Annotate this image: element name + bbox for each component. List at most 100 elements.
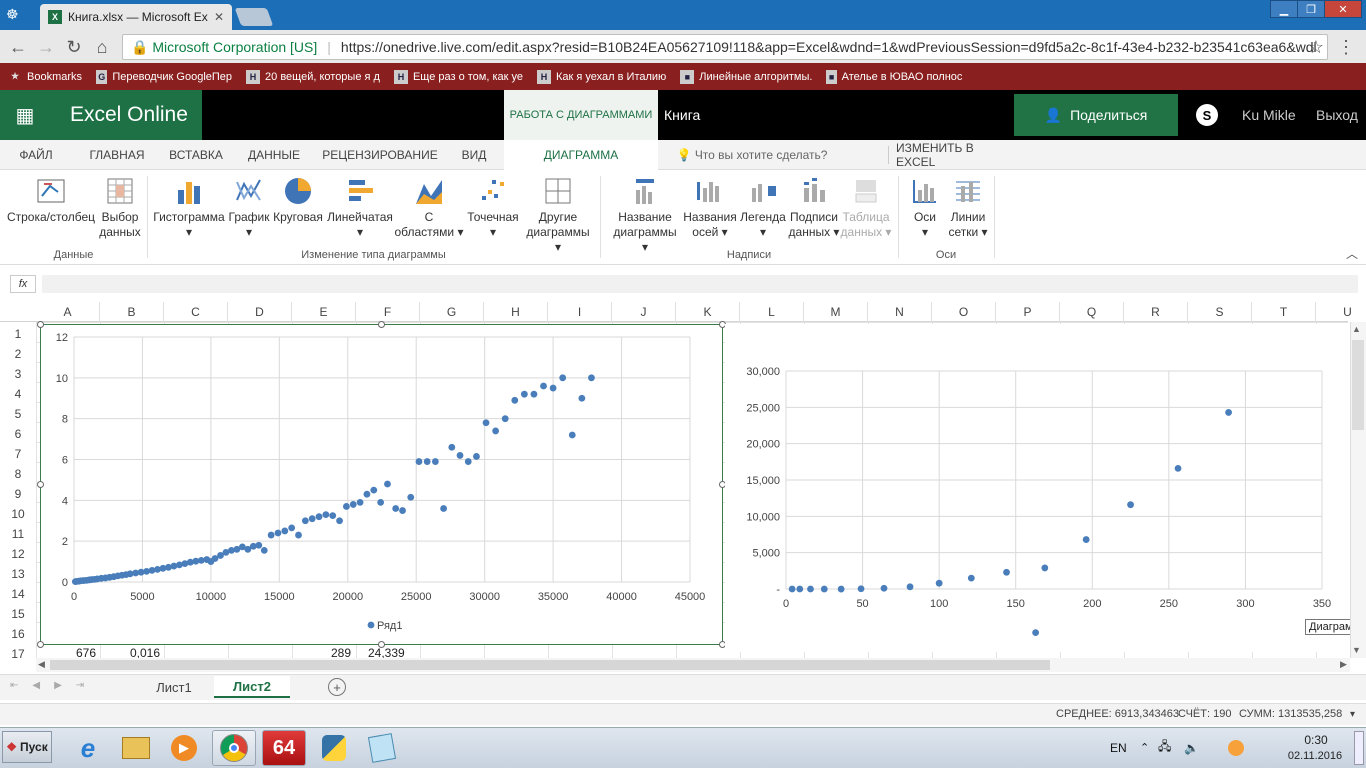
row-header-15[interactable]: 15 [0, 604, 36, 624]
close-window-button[interactable]: ✕ [1324, 0, 1362, 18]
collapse-ribbon-icon[interactable]: ︿ [1346, 245, 1358, 262]
row-header-2[interactable]: 2 [0, 344, 36, 364]
pie-chart-button[interactable]: Круговая [272, 176, 324, 225]
column-header-F[interactable]: F [356, 302, 420, 322]
chart-2[interactable]: 0 50 100 150 200 250 300 350 - 5,000 10,000 15,000 2… [725, 324, 1348, 652]
gridlines-button[interactable]: Линии сетки ▾ [946, 176, 990, 240]
tab-insert[interactable]: ВСТАВКА [160, 140, 232, 170]
address-bar[interactable]: 🔒 Microsoft Corporation [US] | https://o… [122, 34, 1328, 60]
column-header-R[interactable]: R [1124, 302, 1188, 322]
sheet-tab-1[interactable]: Лист1 [136, 676, 212, 698]
ie-taskbar-icon[interactable]: e [66, 730, 110, 766]
column-header-E[interactable]: E [292, 302, 356, 322]
column-header-U[interactable]: U [1316, 302, 1366, 322]
select-data-button[interactable]: Выбор данных [96, 176, 144, 240]
bookmark-item[interactable]: H 20 вещей, которые я д [246, 69, 380, 84]
row-header-1[interactable]: 1 [0, 324, 36, 344]
fx-icon[interactable]: fx [10, 275, 36, 293]
tell-me-search[interactable]: 💡 Что вы хотите сделать? [672, 140, 832, 170]
column-header-T[interactable]: T [1252, 302, 1316, 322]
chart-title-button[interactable]: Название диаграммы ▾ [610, 176, 680, 255]
tab-review[interactable]: РЕЦЕНЗИРОВАНИЕ [316, 140, 444, 170]
notepad-taskbar-icon[interactable] [360, 730, 404, 766]
book-name[interactable]: Книга [664, 90, 700, 140]
column-header-H[interactable]: H [484, 302, 548, 322]
column-header-L[interactable]: L [740, 302, 804, 322]
volume-icon[interactable]: 🔈 [1184, 727, 1199, 768]
network-icon[interactable]: 🖧 [1158, 727, 1171, 768]
forward-icon[interactable]: → [36, 37, 56, 57]
resize-handle[interactable] [37, 321, 44, 328]
axes-button[interactable]: Оси ▾ [904, 176, 946, 240]
column-header-P[interactable]: P [996, 302, 1060, 322]
row-header-17[interactable]: 17 [0, 644, 36, 664]
column-header-I[interactable]: I [548, 302, 612, 322]
media-player-taskbar-icon[interactable]: ▶ [162, 730, 206, 766]
sheet-nav-icons[interactable]: ⇤◀▶⇥ [10, 680, 98, 691]
show-desktop-button[interactable] [1354, 731, 1364, 765]
column-header-Q[interactable]: Q [1060, 302, 1124, 322]
explorer-taskbar-icon[interactable] [114, 730, 158, 766]
new-tab-button[interactable] [234, 8, 274, 26]
reload-icon[interactable]: ↻ [64, 37, 84, 57]
row-header-11[interactable]: 11 [0, 524, 36, 544]
vertical-scroll-thumb[interactable] [1352, 340, 1364, 430]
column-header-G[interactable]: G [420, 302, 484, 322]
bookmark-item[interactable]: ■ Линейные алгоритмы. [680, 69, 812, 84]
menu-icon[interactable]: ⋮ [1336, 37, 1356, 57]
logout-link[interactable]: Выход [1316, 90, 1358, 140]
area-chart-button[interactable]: С областями ▾ [394, 176, 464, 240]
row-header-16[interactable]: 16 [0, 624, 36, 644]
column-header-A[interactable]: A [36, 302, 100, 322]
maximize-button[interactable]: ❐ [1297, 0, 1325, 18]
legend-button[interactable]: Легенда ▾ [740, 176, 786, 240]
tab-chart[interactable]: ДИАГРАММА [504, 140, 658, 170]
other-charts-button[interactable]: Другие диаграммы ▾ [522, 176, 594, 255]
minimize-button[interactable]: ▁ [1270, 0, 1298, 18]
tray-expand-icon[interactable]: ⌃ [1140, 727, 1149, 768]
column-chart-button[interactable]: Гистограмма ▾ [152, 176, 226, 240]
star-icon[interactable]: ☆ [1306, 37, 1326, 57]
resize-handle[interactable] [378, 641, 385, 648]
skype-button[interactable]: S [1184, 90, 1230, 140]
tab-home[interactable]: ГЛАВНАЯ [78, 140, 156, 170]
column-header-S[interactable]: S [1188, 302, 1252, 322]
clock-date[interactable]: 02.11.2016 [1280, 750, 1350, 762]
share-button[interactable]: 👤 Поделиться [1014, 94, 1178, 136]
bookmark-item[interactable]: H Как я уехал в Италию [537, 69, 666, 84]
language-indicator[interactable]: EN [1110, 727, 1127, 768]
scroll-down-icon[interactable]: ▼ [1352, 645, 1361, 655]
start-button[interactable]: ❖ Пуск [2, 731, 52, 763]
scroll-up-icon[interactable]: ▲ [1352, 324, 1361, 334]
row-header-8[interactable]: 8 [0, 464, 36, 484]
row-header-14[interactable]: 14 [0, 584, 36, 604]
formula-input[interactable] [42, 275, 1358, 293]
row-header-3[interactable]: 3 [0, 364, 36, 384]
tab-view[interactable]: ВИД [448, 140, 500, 170]
resize-handle[interactable] [37, 641, 44, 648]
column-header-B[interactable]: B [100, 302, 164, 322]
tab-data[interactable]: ДАННЫЕ [238, 140, 310, 170]
switch-row-column-button[interactable]: Строка/столбец [6, 176, 96, 225]
scroll-left-icon[interactable]: ◀ [38, 659, 45, 670]
chrome-taskbar-icon[interactable] [212, 730, 256, 766]
axis-titles-button[interactable]: Названия осей ▾ [682, 176, 738, 240]
scatter-chart-button[interactable]: Точечная ▾ [464, 176, 522, 240]
line-chart-button[interactable]: График ▾ [226, 176, 272, 240]
edit-in-excel-button[interactable]: ИЗМЕНИТЬ В EXCEL [896, 140, 1014, 170]
column-header-M[interactable]: M [804, 302, 868, 322]
status-chevron-icon[interactable]: ▾ [1350, 703, 1355, 725]
row-header-6[interactable]: 6 [0, 424, 36, 444]
column-header-K[interactable]: K [676, 302, 740, 322]
row-header-13[interactable]: 13 [0, 564, 36, 584]
column-header-J[interactable]: J [612, 302, 676, 322]
avast-tray-icon[interactable] [1228, 727, 1244, 768]
resize-handle[interactable] [378, 321, 385, 328]
close-tab-icon[interactable]: ✕ [214, 10, 224, 24]
column-header-O[interactable]: O [932, 302, 996, 322]
user-name[interactable]: Ku Mikle [1242, 90, 1296, 140]
column-header-C[interactable]: C [164, 302, 228, 322]
bookmark-item[interactable]: ■ Ателье в ЮВАО полнос [826, 69, 962, 84]
column-header-N[interactable]: N [868, 302, 932, 322]
column-header-D[interactable]: D [228, 302, 292, 322]
